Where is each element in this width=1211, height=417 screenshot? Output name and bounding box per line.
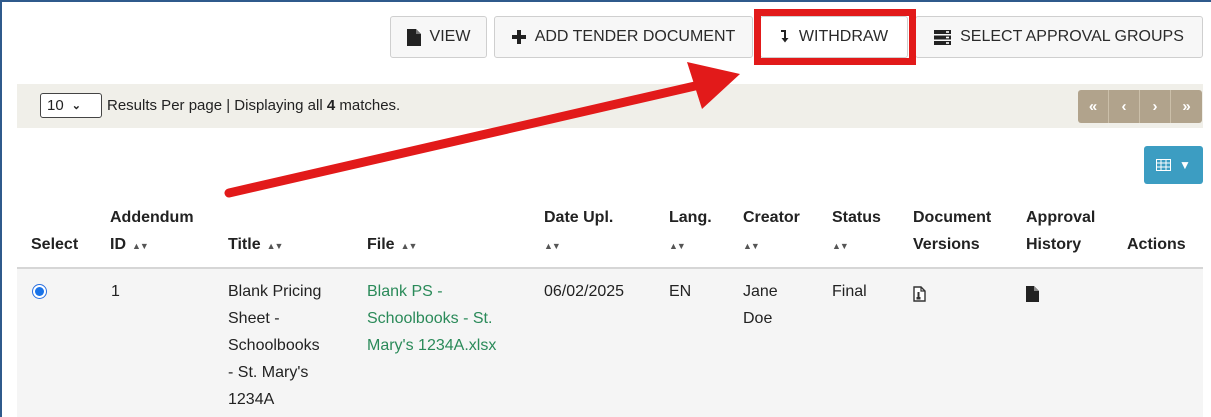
file-versions-icon [913,286,926,302]
column-header-actions: Actions [1127,231,1186,258]
column-header-addendum-label: Addendum [110,209,194,226]
cell-creator-line: Doe [743,310,773,327]
cell-date-uploaded: 06/02/2025 [544,283,625,300]
plus-icon [511,30,526,44]
column-header-status[interactable]: Status ▲▼ [832,204,881,260]
column-header-language[interactable]: Lang. ▲▼ [669,204,712,260]
cell-title-line: Blank Pricing [228,283,322,300]
select-approval-groups-button[interactable]: SELECT APPROVAL GROUPS [915,16,1203,58]
withdraw-button[interactable]: WITHDRAW [760,16,908,58]
results-summary-suffix: matches. [335,97,401,114]
results-summary-prefix: Results Per page | Displaying all [107,97,327,114]
column-header-approval-label: Approval [1026,209,1096,226]
file-icon [1026,286,1039,302]
results-bar: 10 ⌄ Results Per page | Displaying all 4… [17,84,1203,128]
server-icon [934,29,952,45]
cell-file-line: Schoolbooks - St. [367,310,493,327]
column-header-addendum-id[interactable]: Addendum ID ▲▼ [110,204,194,260]
column-header-versions-label: Versions [913,236,980,253]
sort-icon: ▲▼ [132,241,149,251]
results-summary: Results Per page | Displaying all 4 matc… [107,97,400,114]
column-header-actions-label: Actions [1127,236,1186,253]
next-page-button[interactable]: › [1140,90,1171,123]
first-page-button[interactable]: « [1078,90,1109,123]
pagination: « ‹ › » [1078,90,1202,123]
select-approval-groups-label: SELECT APPROVAL GROUPS [960,28,1184,45]
sort-icon: ▲▼ [400,241,418,251]
row-select-radio[interactable] [32,284,47,299]
last-page-button[interactable]: » [1171,90,1202,123]
cell-language: EN [669,283,692,300]
cell-title-line: Sheet - [228,310,280,327]
table-icon [1156,159,1172,171]
results-per-page-select[interactable]: 10 ⌄ [40,93,102,118]
column-header-creator[interactable]: Creator ▲▼ [743,204,800,260]
column-header-select-label: Select [31,236,79,253]
sort-icon: ▲▼ [544,241,561,251]
column-header-document-versions: Document Versions [913,204,991,258]
column-header-date-uploaded[interactable]: Date Upl. ▲▼ [544,204,613,260]
cell-file-line: Mary's 1234A.xlsx [367,337,497,354]
cell-creator-line: Jane [743,283,778,300]
column-header-approval-history: Approval History [1026,204,1095,258]
column-header-status-label: Status [832,209,881,226]
column-header-lang-label: Lang. [669,209,712,226]
previous-page-button[interactable]: ‹ [1109,90,1140,123]
column-header-history-label: History [1026,236,1082,253]
sort-icon: ▲▼ [832,241,849,251]
results-match-count: 4 [326,97,336,114]
approval-history-icon[interactable] [1026,284,1039,311]
sort-icon: ▲▼ [669,241,686,251]
cell-file-line: Blank PS - [367,283,443,300]
column-toggle-button[interactable]: ▼ [1144,146,1203,184]
column-header-file[interactable]: File ▲▼ [367,231,418,260]
add-tender-document-button[interactable]: ADD TENDER DOCUMENT [494,16,753,58]
cell-creator: Jane Doe [743,278,778,332]
column-header-date-label: Date Upl. [544,209,614,226]
view-button-label: VIEW [429,28,471,45]
cell-title-line: Schoolbooks [228,337,320,354]
file-icon [406,28,421,46]
sort-icon: ▲▼ [743,241,760,251]
cell-title-line: 1234A [228,391,275,408]
document-versions-icon[interactable] [913,284,926,311]
cell-file-link[interactable]: Blank PS - Schoolbooks - St. Mary's 1234… [367,278,496,359]
cell-title-line: - St. Mary's [228,364,309,381]
arrow-down-icon [780,30,789,43]
column-header-document-label: Document [913,209,992,226]
cell-status: Final [832,283,867,300]
caret-down-icon: ▼ [1179,158,1191,172]
chevron-down-icon: ⌄ [71,100,81,112]
withdraw-button-label: WITHDRAW [798,28,889,45]
sort-icon: ▲▼ [266,241,284,251]
add-tender-document-label: ADD TENDER DOCUMENT [534,28,736,45]
column-header-title[interactable]: Title ▲▼ [228,231,284,260]
results-per-page-value: 10 [47,97,64,114]
cell-addendum-id: 1 [111,283,120,300]
column-header-select: Select [31,231,78,258]
view-button[interactable]: VIEW [390,16,487,58]
column-header-creator-label: Creator [743,209,800,226]
column-header-title-label: Title [228,236,261,253]
column-header-id-label: ID [110,236,126,253]
cell-title: Blank Pricing Sheet - Schoolbooks - St. … [228,278,321,413]
column-header-file-label: File [367,236,395,253]
